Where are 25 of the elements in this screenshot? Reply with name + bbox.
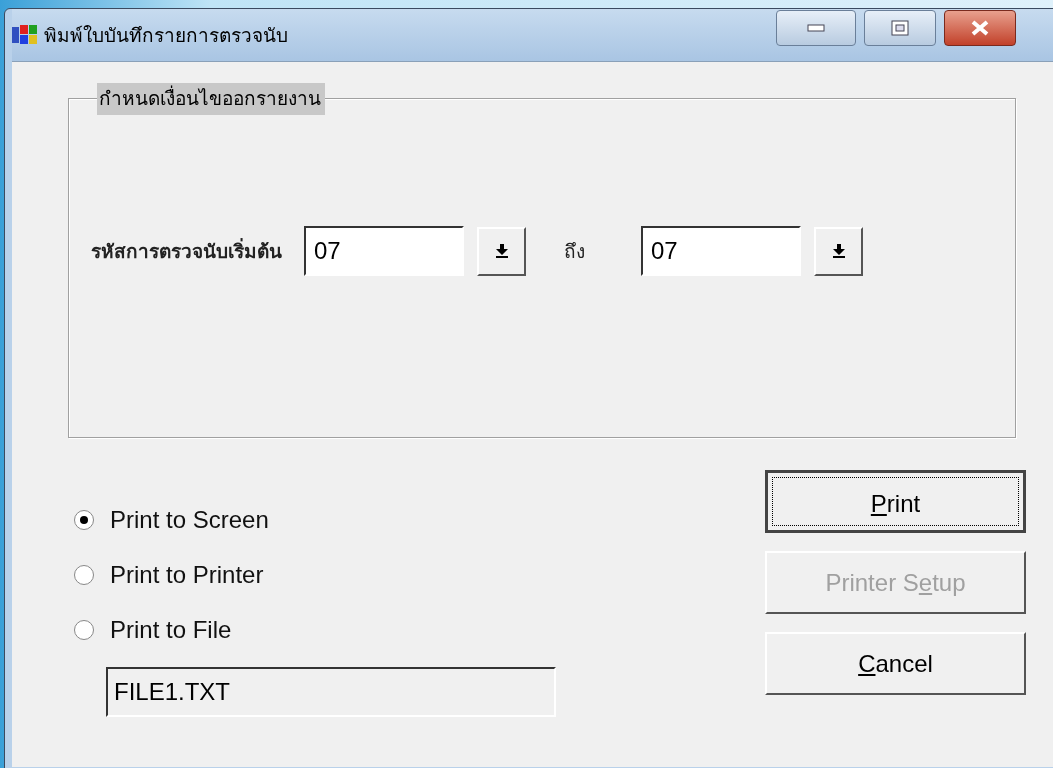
radio-button[interactable]: [74, 509, 94, 530]
group-title: กำหนดเงื่อนไขออกรายงาน: [97, 83, 325, 115]
radio-button[interactable]: [74, 619, 94, 640]
down-arrow-icon: [494, 243, 509, 259]
minimize-icon: [807, 24, 825, 32]
field-label: รหัสการตรวจนับเริ่มต้น: [91, 237, 282, 264]
minimize-button[interactable]: [776, 10, 856, 46]
radio-label[interactable]: Print to Printer: [110, 560, 264, 589]
input-field[interactable]: 07: [304, 226, 464, 276]
dropdown-button[interactable]: [477, 226, 526, 276]
window-title: พิมพ์ใบบันทึกรายการตรวจนับ: [44, 23, 288, 48]
input-field[interactable]: 07: [641, 226, 801, 276]
radio-label[interactable]: Print to Screen: [110, 505, 269, 534]
radio-label[interactable]: Print to File: [110, 615, 232, 644]
dropdown-button[interactable]: [814, 226, 863, 276]
dialog-button[interactable]: Print: [765, 470, 1026, 533]
close-icon: [970, 20, 990, 36]
field-label: ถึง: [564, 239, 585, 264]
maximize-button[interactable]: [864, 10, 936, 46]
radio-button[interactable]: [74, 564, 94, 585]
close-button[interactable]: [944, 10, 1016, 46]
app-icon: [12, 24, 38, 46]
down-arrow-icon: [831, 243, 846, 259]
maximize-icon: [891, 20, 909, 36]
dialog-button[interactable]: Cancel: [765, 632, 1026, 695]
